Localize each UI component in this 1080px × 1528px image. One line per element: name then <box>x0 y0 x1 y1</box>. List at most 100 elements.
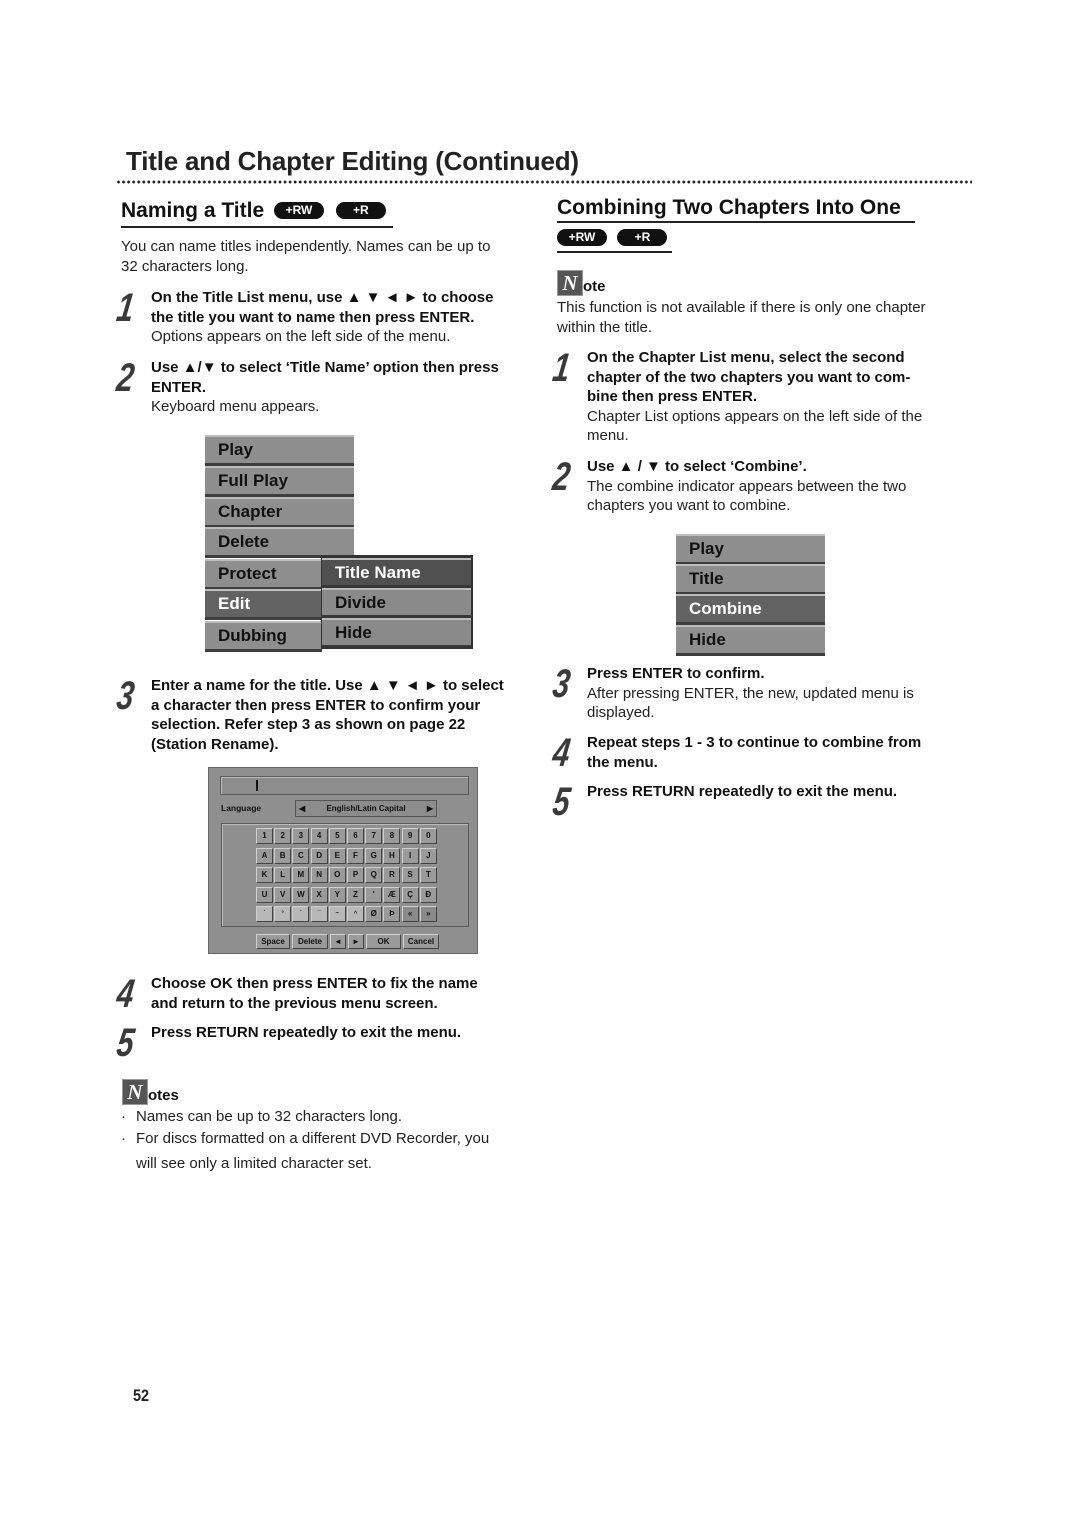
step-instruction: Use ▲ / ▼ to select ‘Combine’. <box>587 458 807 475</box>
heading-underline <box>121 226 393 228</box>
notes-list: · Names can be up to 32 characters long. … <box>121 1106 541 1175</box>
menu-item-play[interactable]: Play <box>205 435 354 466</box>
note-text: For discs formatted on a different DVD R… <box>136 1130 490 1147</box>
menu-item-hide[interactable]: Hide <box>676 625 825 656</box>
cancel-key[interactable]: Cancel <box>403 934 439 949</box>
step-number: 5 <box>550 780 573 824</box>
char-key[interactable]: S <box>401 867 419 884</box>
char-key[interactable]: T <box>419 867 437 884</box>
char-key[interactable]: U <box>256 886 273 903</box>
cursor-left-key[interactable]: ◄ <box>330 934 346 949</box>
menu-item-title[interactable]: Title <box>676 564 825 595</box>
cursor-right-key[interactable]: ► <box>348 934 364 949</box>
step-instruction: (Station Rename). <box>151 735 279 753</box>
char-key[interactable]: Y <box>328 886 346 903</box>
step-number: 1 <box>114 286 137 330</box>
character-grid: 1 2 3 4 5 6 7 8 9 0 A B C D E F G H I J K L M N O P Q R S T U V W X Y Z ' Æ Ç Đ… <box>221 823 469 927</box>
char-key[interactable]: 2 <box>274 828 292 844</box>
char-key[interactable]: Ø <box>365 906 383 923</box>
arrow-right-icon[interactable]: ▶ <box>427 801 433 816</box>
char-key[interactable]: N <box>310 867 328 884</box>
step-instruction: ENTER. <box>151 378 207 396</box>
menu-item-chapter[interactable]: Chapter <box>205 497 354 528</box>
char-key[interactable]: « <box>401 906 419 923</box>
char-key[interactable]: D <box>310 847 328 864</box>
menu-item-edit[interactable]: Edit <box>205 589 322 620</box>
char-key[interactable]: R <box>383 867 401 884</box>
char-key[interactable]: H <box>383 847 401 864</box>
char-key[interactable]: M <box>292 867 310 884</box>
menu-item-play[interactable]: Play <box>676 534 825 565</box>
char-key[interactable]: » <box>419 906 437 923</box>
note-icon: N <box>122 1079 148 1105</box>
arrow-left-icon[interactable]: ◀ <box>299 801 305 816</box>
char-key[interactable]: ~ <box>328 906 346 923</box>
char-key[interactable]: Đ <box>419 886 437 903</box>
note-icon: N <box>557 270 583 296</box>
char-key[interactable]: E <box>328 847 346 864</box>
char-key[interactable]: ` <box>256 906 273 923</box>
char-key[interactable]: P <box>347 867 364 884</box>
char-key[interactable]: L <box>274 867 292 884</box>
char-key[interactable]: 5 <box>328 828 346 844</box>
char-key[interactable]: B <box>274 847 292 864</box>
char-key[interactable]: Z <box>347 886 364 903</box>
char-key[interactable]: 7 <box>365 828 383 844</box>
step-number: 3 <box>114 674 137 718</box>
step-description: Keyboard menu appears. <box>151 398 320 415</box>
char-key[interactable]: W <box>292 886 310 903</box>
step-description: Chapter List options appears on the left… <box>587 407 923 425</box>
char-key[interactable]: ¯ <box>310 906 328 923</box>
menu-item-delete[interactable]: Delete <box>205 527 354 558</box>
char-key[interactable]: Æ <box>383 886 401 903</box>
submenu-item-divide[interactable]: Divide <box>322 588 471 617</box>
char-key[interactable]: K <box>256 867 273 884</box>
char-key[interactable]: 1 <box>256 828 273 844</box>
char-key[interactable]: Þ <box>383 906 401 923</box>
submenu-item-hide[interactable]: Hide <box>322 618 471 647</box>
menu-item-full-play[interactable]: Full Play <box>205 466 354 497</box>
char-key[interactable]: ^ <box>347 906 364 923</box>
char-key[interactable]: 8 <box>383 828 401 844</box>
char-key[interactable]: F <box>347 847 364 864</box>
menu-item-protect[interactable]: Protect <box>205 559 322 590</box>
char-key[interactable]: 0 <box>419 828 437 844</box>
char-key[interactable]: G <box>365 847 383 864</box>
intro-paragraph: You can name titles independently. Names… <box>121 237 541 277</box>
step-number: 3 <box>550 662 573 706</box>
badge-plus-rw: +RW <box>274 202 324 219</box>
char-key[interactable]: C <box>292 847 310 864</box>
delete-key[interactable]: Delete <box>292 934 328 949</box>
char-key[interactable]: V <box>274 886 292 903</box>
char-key[interactable]: 9 <box>401 828 419 844</box>
step-number: 4 <box>550 731 573 775</box>
ok-key[interactable]: OK <box>366 934 401 949</box>
step-description: The combine indicator appears between th… <box>587 477 907 495</box>
char-key[interactable]: ´ <box>292 906 310 923</box>
char-key[interactable]: O <box>328 867 346 884</box>
char-key[interactable]: Ç <box>401 886 419 903</box>
note-label: ote <box>583 278 606 295</box>
step-number: 2 <box>550 455 573 499</box>
char-key[interactable]: A <box>256 847 273 864</box>
language-selector[interactable]: ◀ English/Latin Capital ▶ <box>295 800 437 817</box>
char-key[interactable]: ' <box>365 886 383 903</box>
char-key[interactable]: 4 <box>310 828 328 844</box>
title-name-input[interactable] <box>220 776 469 795</box>
step-instruction: On the Title List menu, use ▲ ▼ ◄ ► to c… <box>151 289 494 306</box>
char-key[interactable]: J <box>419 847 437 864</box>
badge-plus-r: +R <box>617 229 668 246</box>
char-key[interactable]: Q <box>365 867 383 884</box>
char-key[interactable]: I <box>401 847 419 864</box>
space-key[interactable]: Space <box>256 934 290 949</box>
submenu-item-title-name[interactable]: Title Name <box>322 558 471 587</box>
step-instruction: Press RETURN repeatedly to exit the menu… <box>151 1024 462 1041</box>
menu-item-dubbing[interactable]: Dubbing <box>205 621 322 652</box>
char-key[interactable]: 3 <box>292 828 310 844</box>
char-key[interactable]: ° <box>274 906 292 923</box>
char-key[interactable]: X <box>310 886 328 903</box>
edit-submenu: Title Name Divide Hide <box>321 555 473 649</box>
menu-item-combine[interactable]: Combine <box>676 594 825 625</box>
dotted-divider <box>116 180 972 184</box>
char-key[interactable]: 6 <box>347 828 364 844</box>
